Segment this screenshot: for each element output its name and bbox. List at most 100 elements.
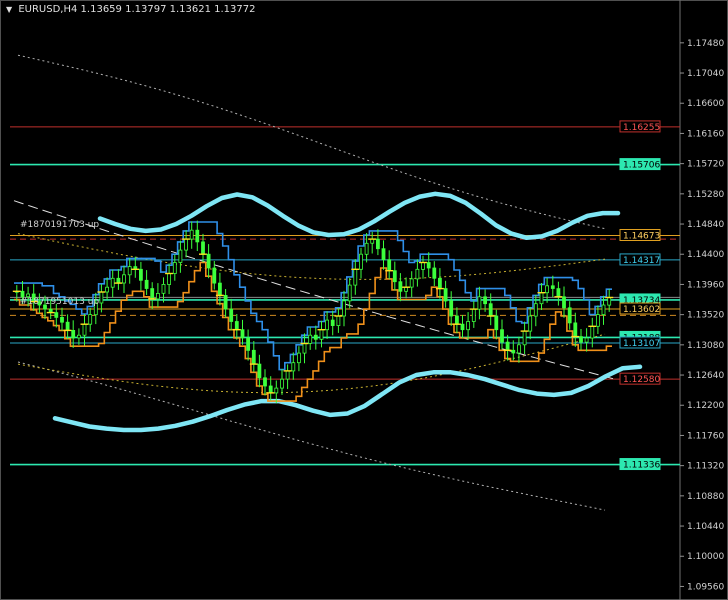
- y-tick-label: 1.11760: [687, 431, 724, 441]
- y-tick-label: 1.13960: [687, 280, 724, 290]
- candle-body: [584, 337, 589, 343]
- candle-body: [426, 262, 431, 269]
- candle-body: [116, 277, 121, 284]
- candle-body: [500, 329, 504, 343]
- candle-body: [150, 288, 155, 300]
- candle-body: [172, 262, 177, 274]
- object-label-1: #1870191703 up: [20, 220, 99, 230]
- candle-body: [161, 283, 166, 294]
- candle-body: [471, 308, 476, 322]
- object-label-1-id: #1870191703: [20, 220, 85, 230]
- candle-body: [195, 229, 200, 243]
- price-chart[interactable]: 1.17480 1.17040 1.16600 1.16160 1.15720 1.152…: [0, 0, 728, 600]
- candle-body: [201, 241, 205, 255]
- candle-body: [483, 296, 488, 305]
- candle-body: [127, 266, 132, 276]
- candle-body: [54, 312, 59, 318]
- candle-body: [330, 319, 335, 327]
- candle-body: [545, 285, 549, 294]
- candle-body: [167, 273, 172, 285]
- y-tick-label: 1.12200: [687, 401, 724, 411]
- y-tick-label: 1.15720: [687, 160, 724, 170]
- envelope-dotted-line: [17, 233, 606, 280]
- candle-body: [144, 279, 149, 289]
- candle-body: [274, 387, 279, 394]
- candle-body: [421, 262, 425, 270]
- candle-body: [251, 349, 256, 365]
- candle-body: [280, 378, 284, 389]
- candle-body: [347, 284, 352, 302]
- lower-cyan-band: [52, 364, 643, 433]
- y-tick-label: 1.15280: [687, 190, 724, 200]
- candle-body: [533, 303, 538, 317]
- candle-body: [454, 315, 459, 325]
- candle-body: [387, 259, 392, 272]
- y-tick-label: 1.10880: [687, 492, 724, 502]
- candle-body: [353, 268, 358, 286]
- candle-body: [240, 329, 245, 339]
- y-tick-label: 1.16160: [687, 129, 724, 139]
- y-tick-label: 1.10000: [687, 552, 724, 562]
- candle-body: [178, 249, 183, 263]
- candle-body: [607, 297, 612, 306]
- candle-body: [443, 288, 448, 302]
- object-label-1-suffix: up: [87, 220, 100, 230]
- candle-body: [302, 343, 307, 354]
- candle-body: [268, 385, 273, 394]
- candle-body: [99, 291, 104, 304]
- candle-body: [494, 315, 499, 331]
- candle-body: [229, 308, 234, 322]
- candle-body: [155, 292, 160, 300]
- chart-title-bar: ▼ EURUSD,H4 1.13659 1.13797 1.13621 1.13…: [6, 4, 256, 15]
- level-label: 1.13107: [623, 339, 660, 349]
- candle-body: [539, 292, 544, 305]
- candle-body: [110, 277, 115, 288]
- candle-body: [517, 344, 521, 354]
- candle-body: [550, 285, 555, 289]
- candle-body: [562, 296, 566, 309]
- level-label: 1.16255: [623, 123, 660, 133]
- candle-body: [488, 303, 493, 317]
- candle-body: [432, 267, 437, 279]
- candle-body: [579, 336, 583, 343]
- y-tick-label: 1.17040: [687, 69, 724, 79]
- candle-body: [466, 321, 471, 331]
- candle-body: [596, 314, 600, 327]
- candle-body: [217, 282, 222, 296]
- symbol-timeframe: EURUSD,H4: [18, 4, 78, 15]
- y-tick-label: 1.11320: [687, 462, 724, 472]
- candle-body: [138, 268, 143, 281]
- candle-body: [60, 316, 64, 323]
- candle-body: [437, 277, 442, 289]
- candle-body: [88, 314, 93, 325]
- candle-body: [336, 315, 341, 327]
- candle-body: [77, 334, 81, 339]
- collapse-triangle-icon[interactable]: ▼: [6, 5, 12, 14]
- upper-cyan-band: [97, 191, 621, 241]
- level-label: 1.11336: [623, 461, 660, 471]
- candle-body: [505, 341, 510, 351]
- candle-body: [511, 349, 516, 354]
- candle-body: [65, 321, 70, 331]
- candle-body: [291, 362, 296, 372]
- candle-body: [20, 290, 25, 298]
- candle-body: [246, 337, 251, 351]
- y-tick-label: 1.10440: [687, 522, 724, 532]
- chart-window[interactable]: 1.17480 1.17040 1.16600 1.16160 1.15720 1.152…: [0, 0, 728, 600]
- candle-body: [263, 377, 267, 387]
- y-tick-label: 1.16600: [687, 99, 724, 109]
- envelope-dotted-line: [17, 54, 606, 230]
- level-label: 1.14673: [623, 231, 660, 241]
- upper-step-channel: [14, 221, 612, 371]
- candle-body: [573, 322, 578, 337]
- candle-body: [556, 288, 561, 298]
- candle-body: [122, 274, 126, 284]
- candle-body: [105, 286, 109, 293]
- candle-body: [184, 238, 189, 251]
- object-label-2-suffix: up: [87, 297, 100, 307]
- candle-body: [325, 319, 330, 331]
- candle-body: [206, 253, 211, 269]
- candle-body: [82, 323, 87, 336]
- candle-body: [71, 329, 76, 339]
- y-tick-label: 1.12640: [687, 371, 724, 381]
